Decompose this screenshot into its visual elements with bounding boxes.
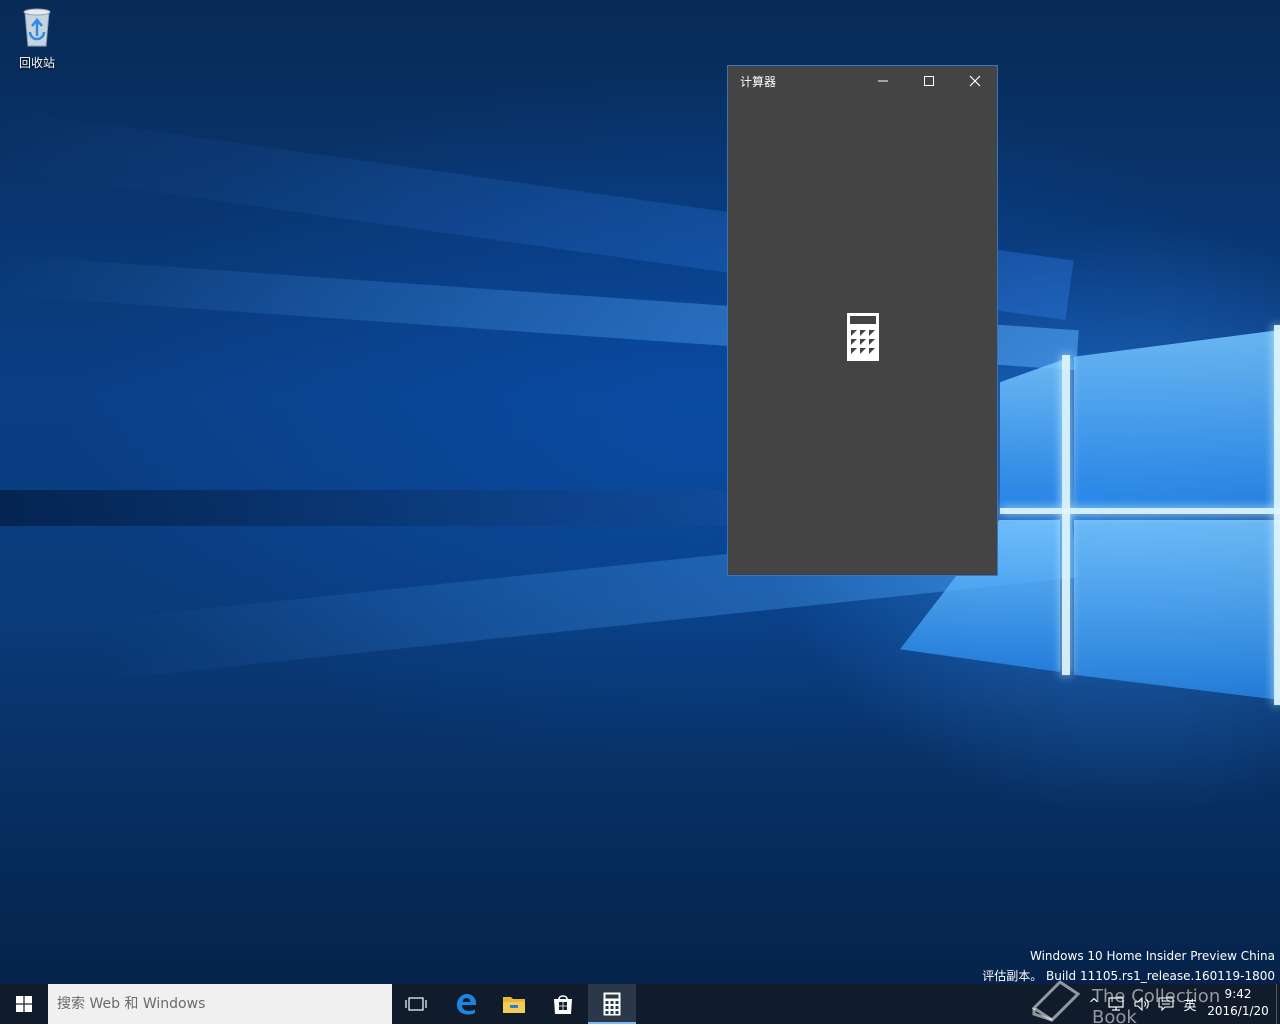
folder-icon bbox=[503, 997, 525, 1013]
desktop-icon-label: 回收站 bbox=[18, 56, 55, 70]
window-titlebar[interactable]: 计算器 bbox=[728, 66, 997, 96]
window-frame-horizontal bbox=[1000, 508, 1280, 514]
maximize-icon bbox=[924, 76, 934, 86]
calculator-icon bbox=[847, 313, 879, 361]
watermark-line-1: Windows 10 Home Insider Preview China bbox=[1030, 949, 1275, 963]
minimize-icon bbox=[878, 80, 888, 82]
recycle-bin-icon bbox=[23, 8, 51, 47]
close-button[interactable] bbox=[952, 66, 998, 96]
window-pane-top-left bbox=[1000, 360, 1062, 508]
taskbar-app-edge[interactable] bbox=[442, 984, 490, 1024]
book-logo-icon bbox=[1031, 980, 1081, 1022]
search-input[interactable] bbox=[48, 984, 392, 1024]
edge-icon bbox=[457, 994, 476, 1015]
desktop-background: 回收站 计算器 Windows 10 Home Insider Preview … bbox=[0, 0, 1280, 984]
window-pane-top-right bbox=[1074, 330, 1280, 508]
taskbar-app-calculator[interactable] bbox=[588, 984, 636, 1024]
calculator-splash bbox=[846, 312, 880, 366]
window-title: 计算器 bbox=[740, 75, 777, 89]
maximize-button[interactable] bbox=[906, 66, 952, 96]
desktop-icon-recycle-bin[interactable]: 回收站 bbox=[8, 6, 66, 71]
calculator-window[interactable]: 计算器 bbox=[727, 65, 998, 576]
start-button[interactable] bbox=[0, 984, 48, 1024]
close-icon bbox=[969, 75, 981, 87]
collection-book-text: The Collection Book bbox=[1092, 986, 1221, 1028]
show-desktop-button[interactable] bbox=[1276, 984, 1280, 1024]
calculator-icon bbox=[603, 992, 621, 1016]
store-icon bbox=[554, 995, 572, 1014]
taskbar-app-task-view[interactable] bbox=[392, 984, 440, 1024]
taskbar-app-file-explorer[interactable] bbox=[490, 984, 538, 1024]
window-frame-right bbox=[1274, 325, 1280, 705]
taskbar-app-store[interactable] bbox=[539, 984, 587, 1024]
windows-logo-icon bbox=[16, 996, 32, 1012]
collection-book-watermark: The Collection Book bbox=[1030, 974, 1270, 1028]
minimize-button[interactable] bbox=[860, 66, 906, 96]
task-view-icon bbox=[405, 997, 427, 1011]
window-frame-vertical bbox=[1062, 355, 1070, 675]
window-pane-bottom-right bbox=[1074, 520, 1280, 700]
